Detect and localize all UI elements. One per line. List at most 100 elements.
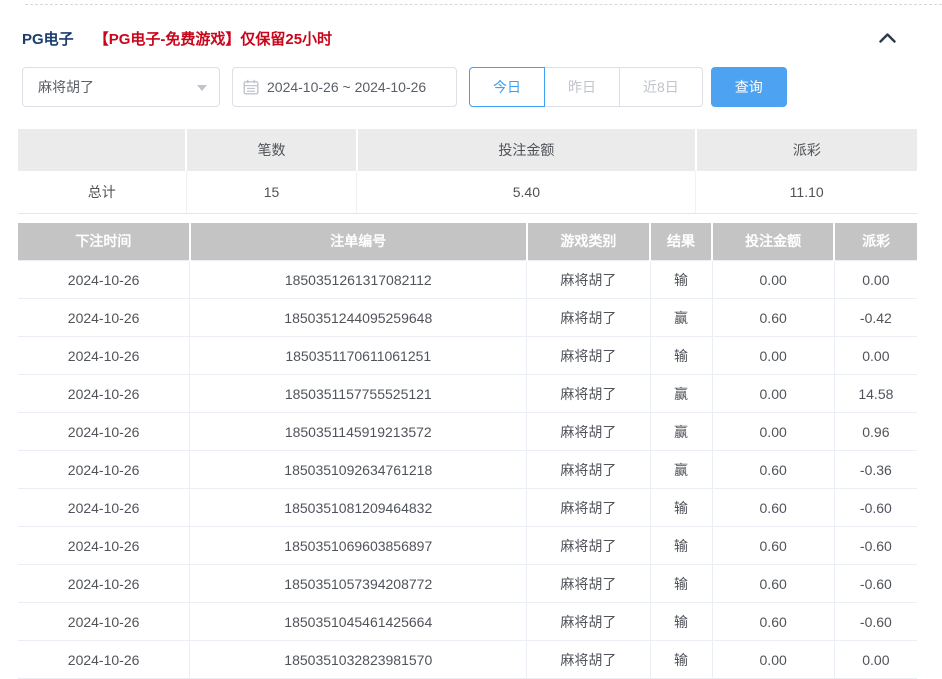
summary-total-label: 总计 [18, 171, 186, 213]
summary-header-bet-amount: 投注金额 [357, 129, 696, 171]
summary-table: 笔数 投注金额 派彩 总计 15 5.40 11.10 [18, 129, 917, 214]
bet-amount-cell: 0.60 [712, 489, 834, 527]
table-row: 2024-10-261850351057394208772麻将胡了输0.60-0… [18, 565, 917, 603]
payout-cell: 0.00 [834, 337, 917, 375]
records-header-row: 下注时间 注单编号 游戏类别 结果 投注金额 派彩 [18, 223, 917, 261]
payout-cell: -0.60 [834, 489, 917, 527]
quick-range-last8days-button[interactable]: 近8日 [619, 67, 703, 107]
bet-amount-cell: 0.60 [712, 565, 834, 603]
filter-controls: 麻将胡了 2024-10-26 ~ 2024-10-26 今日 昨日 近8日 [22, 67, 917, 107]
quick-range-yesterday-button[interactable]: 昨日 [544, 67, 620, 107]
payout-cell: -0.36 [834, 451, 917, 489]
table-row: 2024-10-261850351045461425664麻将胡了输0.60-0… [18, 603, 917, 641]
bet-amount-cell: 0.00 [712, 261, 834, 299]
summary-total-row: 总计 15 5.40 11.10 [18, 171, 917, 213]
result-cell: 输 [650, 565, 712, 603]
summary-total-bet-amount: 5.40 [357, 171, 696, 213]
bet-time-cell: 2024-10-26 [18, 413, 190, 451]
order-no-cell: 1850351170611061251 [190, 337, 527, 375]
table-row: 2024-10-261850351145919213572麻将胡了赢0.000.… [18, 413, 917, 451]
records-header-game-category: 游戏类别 [527, 223, 650, 261]
bet-amount-cell: 0.60 [712, 527, 834, 565]
caret-down-icon [197, 85, 207, 91]
result-cell: 输 [650, 337, 712, 375]
order-no-cell: 1850351057394208772 [190, 565, 527, 603]
quick-range-button-group: 今日 昨日 近8日 [469, 67, 703, 107]
bet-amount-cell: 0.00 [712, 375, 834, 413]
summary-total-count: 15 [186, 171, 357, 213]
order-no-cell: 1850351157755525121 [190, 375, 527, 413]
result-cell: 输 [650, 603, 712, 641]
pg-games-panel: PG电子 【PG电子-免费游戏】仅保留25小时 麻将胡了 [0, 28, 942, 679]
payout-cell: -0.60 [834, 565, 917, 603]
payout-cell: 14.58 [834, 375, 917, 413]
records-header-payout: 派彩 [834, 223, 917, 261]
order-no-cell: 1850351244095259648 [190, 299, 527, 337]
order-no-cell: 1850351081209464832 [190, 489, 527, 527]
retention-notice: 【PG电子-免费游戏】仅保留25小时 [94, 28, 332, 49]
bet-time-cell: 2024-10-26 [18, 527, 190, 565]
game-category-cell: 麻将胡了 [527, 337, 650, 375]
order-no-cell: 1850351261317082112 [190, 261, 527, 299]
bet-amount-cell: 0.60 [712, 451, 834, 489]
records-header-bet-time: 下注时间 [18, 223, 190, 261]
records-body: 2024-10-261850351261317082112麻将胡了输0.000.… [18, 261, 917, 679]
bet-time-cell: 2024-10-26 [18, 451, 190, 489]
payout-cell: 0.96 [834, 413, 917, 451]
records-header-order-no: 注单编号 [190, 223, 527, 261]
bet-time-cell: 2024-10-26 [18, 261, 190, 299]
game-category-cell: 麻将胡了 [527, 527, 650, 565]
order-no-cell: 1850351092634761218 [190, 451, 527, 489]
game-category-cell: 麻将胡了 [527, 299, 650, 337]
table-row: 2024-10-261850351261317082112麻将胡了输0.000.… [18, 261, 917, 299]
panel-header: PG电子 【PG电子-免费游戏】仅保留25小时 [22, 28, 917, 49]
bet-time-cell: 2024-10-26 [18, 489, 190, 527]
payout-cell: -0.60 [834, 603, 917, 641]
bet-amount-cell: 0.60 [712, 299, 834, 337]
table-row: 2024-10-261850351157755525121麻将胡了赢0.0014… [18, 375, 917, 413]
collapse-panel-button[interactable] [876, 29, 899, 49]
search-button[interactable]: 查询 [711, 67, 787, 107]
result-cell: 输 [650, 489, 712, 527]
game-category-cell: 麻将胡了 [527, 603, 650, 641]
result-cell: 输 [650, 527, 712, 565]
summary-header-blank [18, 129, 186, 171]
game-category-cell: 麻将胡了 [527, 375, 650, 413]
bet-amount-cell: 0.60 [712, 603, 834, 641]
payout-cell: -0.42 [834, 299, 917, 337]
records-header-bet-amount: 投注金额 [712, 223, 834, 261]
summary-header-row: 笔数 投注金额 派彩 [18, 129, 917, 171]
result-cell: 输 [650, 261, 712, 299]
top-dashed-divider [25, 4, 942, 5]
table-row: 2024-10-261850351092634761218麻将胡了赢0.60-0… [18, 451, 917, 489]
quick-range-today-button[interactable]: 今日 [469, 67, 545, 107]
table-row: 2024-10-261850351170611061251麻将胡了输0.000.… [18, 337, 917, 375]
order-no-cell: 1850351145919213572 [190, 413, 527, 451]
summary-header-count: 笔数 [186, 129, 357, 171]
game-category-cell: 麻将胡了 [527, 565, 650, 603]
result-cell: 赢 [650, 413, 712, 451]
payout-cell: 0.00 [834, 261, 917, 299]
records-table: 下注时间 注单编号 游戏类别 结果 投注金额 派彩 2024-10-261850… [18, 223, 917, 679]
summary-total-payout: 11.10 [696, 171, 917, 213]
summary-header-payout: 派彩 [696, 129, 917, 171]
game-category-cell: 麻将胡了 [527, 261, 650, 299]
game-select-value: 麻将胡了 [38, 77, 94, 97]
calendar-icon [243, 79, 259, 95]
date-range-picker[interactable]: 2024-10-26 ~ 2024-10-26 [232, 67, 457, 107]
records-header-result: 结果 [650, 223, 712, 261]
bet-time-cell: 2024-10-26 [18, 603, 190, 641]
bet-time-cell: 2024-10-26 [18, 565, 190, 603]
result-cell: 赢 [650, 451, 712, 489]
result-cell: 赢 [650, 375, 712, 413]
order-no-cell: 1850351045461425664 [190, 603, 527, 641]
game-select[interactable]: 麻将胡了 [22, 67, 220, 107]
bet-amount-cell: 0.00 [712, 337, 834, 375]
table-row: 2024-10-261850351069603856897麻将胡了输0.60-0… [18, 527, 917, 565]
bet-time-cell: 2024-10-26 [18, 375, 190, 413]
game-category-cell: 麻将胡了 [527, 413, 650, 451]
chevron-up-icon [878, 31, 897, 47]
table-row: 2024-10-261850351081209464832麻将胡了输0.60-0… [18, 489, 917, 527]
payout-cell: -0.60 [834, 527, 917, 565]
table-row: 2024-10-261850351244095259648麻将胡了赢0.60-0… [18, 299, 917, 337]
